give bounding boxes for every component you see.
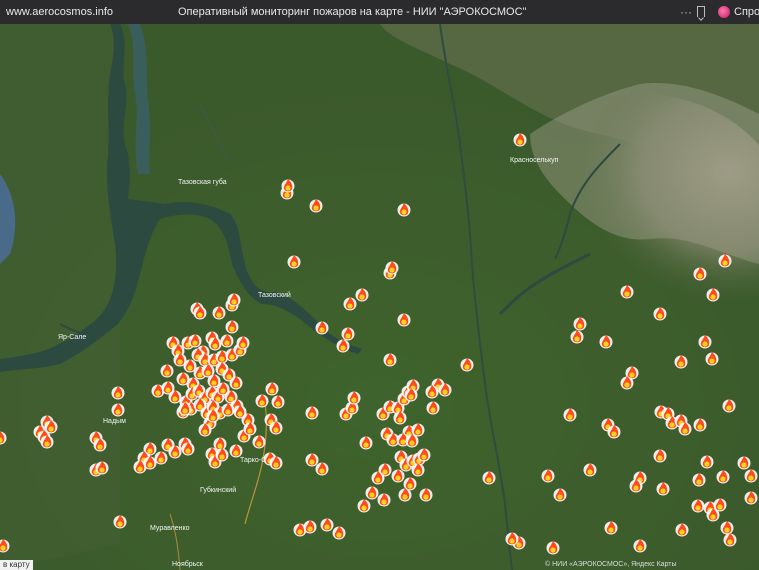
map-label: Красноселькуп: [510, 157, 559, 164]
map-label: Тазовский: [258, 291, 291, 299]
bookmark-icon[interactable]: [697, 6, 705, 17]
browser-toolbar: www.aerocosmos.info Оперативный монитори…: [0, 0, 759, 24]
satellite-map[interactable]: Тазовская губа Тазовский Красноселькуп Я…: [0, 24, 759, 570]
map-label: Ноябрьск: [172, 560, 204, 568]
map-attribution: © НИИ «АЭРОКОСМОС», Яндекс Карты: [545, 561, 677, 568]
ask-button[interactable]: Спрос: [718, 0, 759, 24]
site-domain[interactable]: www.aerocosmos.info: [6, 6, 176, 18]
assistant-icon: [718, 6, 730, 18]
page-title: Оперативный мониторинг пожаров на карте …: [178, 6, 527, 18]
open-map-link[interactable]: в карту: [0, 560, 33, 570]
map-label: Надым: [103, 418, 126, 425]
more-dots-icon[interactable]: ···: [680, 0, 692, 24]
map-label: Муравленко: [150, 525, 190, 532]
map-label: Яр-Сале: [58, 334, 86, 341]
map-label: Губкинский: [200, 486, 236, 494]
map-label: Тазовская губа: [178, 178, 227, 186]
ask-label: Спрос: [734, 6, 759, 18]
